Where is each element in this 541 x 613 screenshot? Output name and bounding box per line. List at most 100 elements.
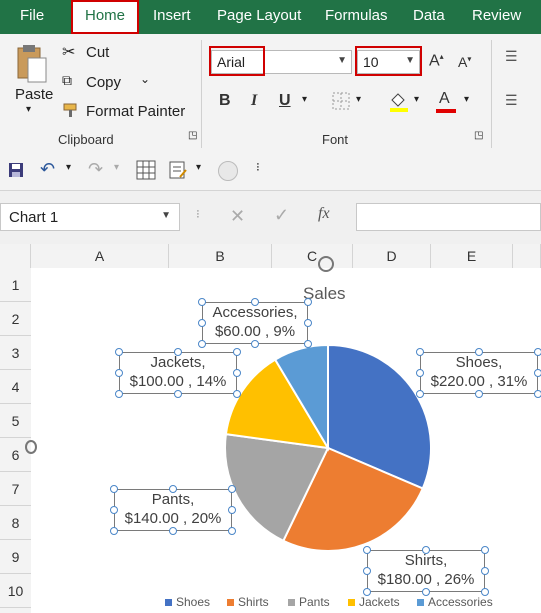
column-header-f[interactable] bbox=[513, 244, 541, 268]
label-selection-handle[interactable] bbox=[304, 298, 312, 306]
data-label-shoes[interactable]: Shoes, $220.00 , 31% bbox=[420, 352, 538, 394]
label-selection-handle[interactable] bbox=[228, 527, 236, 535]
align-top-icon[interactable]: ☰ bbox=[505, 48, 518, 65]
underline-dropdown-icon[interactable]: ▾ bbox=[302, 94, 307, 105]
table-icon[interactable] bbox=[136, 160, 156, 180]
clipboard-launcher-icon[interactable]: ◳ bbox=[188, 130, 197, 141]
row-header-1[interactable]: 1 bbox=[0, 268, 31, 302]
bold-button[interactable]: B bbox=[219, 92, 231, 110]
label-selection-handle[interactable] bbox=[115, 369, 123, 377]
label-selection-handle[interactable] bbox=[198, 340, 206, 348]
cut-button[interactable]: Cut bbox=[86, 44, 109, 61]
copy-button[interactable]: Copy bbox=[86, 74, 121, 91]
row-header-8[interactable]: 8 bbox=[0, 506, 31, 540]
row-header-3[interactable]: 3 bbox=[0, 336, 31, 370]
label-selection-handle[interactable] bbox=[110, 527, 118, 535]
form-dropdown-icon[interactable]: ▾ bbox=[196, 162, 201, 173]
label-selection-handle[interactable] bbox=[233, 348, 241, 356]
undo-icon[interactable]: ↶ bbox=[40, 159, 55, 180]
label-selection-handle[interactable] bbox=[534, 348, 541, 356]
paste-button[interactable] bbox=[12, 44, 52, 88]
tab-home[interactable]: Home bbox=[71, 0, 139, 34]
label-selection-handle[interactable] bbox=[115, 348, 123, 356]
legend-item-shirts[interactable]: Shirts bbox=[227, 595, 269, 609]
grow-font-button[interactable]: A▴ bbox=[429, 52, 444, 70]
data-label-jackets[interactable]: Jackets, $100.00 , 14% bbox=[119, 352, 237, 394]
label-selection-handle[interactable] bbox=[110, 485, 118, 493]
label-selection-handle[interactable] bbox=[534, 369, 541, 377]
shrink-font-button[interactable]: A▾ bbox=[458, 54, 471, 70]
redo-icon[interactable]: ↷ bbox=[88, 159, 103, 180]
cancel-icon[interactable]: ✕ bbox=[230, 206, 245, 227]
legend-item-jackets[interactable]: Jackets bbox=[348, 595, 400, 609]
tab-review[interactable]: Review bbox=[472, 0, 521, 34]
tab-page-layout[interactable]: Page Layout bbox=[217, 0, 301, 34]
paste-dropdown-icon[interactable]: ▾ bbox=[26, 104, 31, 115]
label-selection-handle[interactable] bbox=[198, 298, 206, 306]
label-selection-handle[interactable] bbox=[110, 506, 118, 514]
data-label-accessories[interactable]: Accessories, $60.00 , 9% bbox=[202, 302, 308, 344]
legend-item-pants[interactable]: Pants bbox=[288, 595, 330, 609]
label-selection-handle[interactable] bbox=[481, 588, 489, 596]
label-selection-handle[interactable] bbox=[422, 546, 430, 554]
fill-color-dropdown-icon[interactable]: ▾ bbox=[414, 94, 419, 105]
circle-icon[interactable] bbox=[218, 161, 238, 181]
font-color-button[interactable]: A bbox=[436, 90, 458, 114]
label-selection-handle[interactable] bbox=[228, 506, 236, 514]
label-selection-handle[interactable] bbox=[233, 390, 241, 398]
label-selection-handle[interactable] bbox=[115, 390, 123, 398]
customize-toolbar-icon[interactable]: ⁝ bbox=[256, 160, 260, 174]
label-selection-handle[interactable] bbox=[363, 588, 371, 596]
select-all-corner[interactable] bbox=[0, 244, 31, 268]
label-selection-handle[interactable] bbox=[534, 390, 541, 398]
tab-insert[interactable]: Insert bbox=[153, 0, 191, 34]
insert-function-icon[interactable]: fx bbox=[318, 205, 330, 223]
format-painter-button[interactable]: Format Painter bbox=[86, 103, 185, 120]
formula-input[interactable] bbox=[356, 203, 541, 231]
redo-dropdown-icon[interactable]: ▾ bbox=[114, 162, 119, 173]
label-selection-handle[interactable] bbox=[169, 527, 177, 535]
form-icon[interactable] bbox=[168, 160, 188, 180]
label-selection-handle[interactable] bbox=[416, 348, 424, 356]
label-selection-handle[interactable] bbox=[174, 348, 182, 356]
label-selection-handle[interactable] bbox=[251, 340, 259, 348]
label-selection-handle[interactable] bbox=[304, 319, 312, 327]
copy-dropdown-icon[interactable]: ⌄ bbox=[140, 72, 150, 86]
label-selection-handle[interactable] bbox=[228, 485, 236, 493]
align-left-icon[interactable]: ☰ bbox=[505, 92, 518, 109]
label-selection-handle[interactable] bbox=[304, 340, 312, 348]
legend-item-shoes[interactable]: Shoes bbox=[165, 595, 210, 609]
row-header-2[interactable]: 2 bbox=[0, 302, 31, 336]
label-selection-handle[interactable] bbox=[481, 567, 489, 575]
fill-color-icon[interactable] bbox=[388, 90, 410, 112]
column-header-e[interactable]: E bbox=[431, 244, 513, 268]
label-selection-handle[interactable] bbox=[363, 546, 371, 554]
tab-formulas[interactable]: Formulas bbox=[325, 0, 388, 34]
row-header-9[interactable]: 9 bbox=[0, 540, 31, 574]
label-selection-handle[interactable] bbox=[481, 546, 489, 554]
tab-file[interactable]: File bbox=[20, 0, 44, 34]
data-label-shirts[interactable]: Shirts, $180.00 , 26% bbox=[367, 550, 485, 592]
underline-button[interactable]: U bbox=[279, 92, 291, 110]
row-header-10[interactable]: 10 bbox=[0, 574, 31, 608]
name-box[interactable]: Chart 1 ▼ bbox=[0, 203, 180, 231]
font-color-dropdown-icon[interactable]: ▾ bbox=[464, 94, 469, 105]
label-selection-handle[interactable] bbox=[198, 319, 206, 327]
label-selection-handle[interactable] bbox=[416, 369, 424, 377]
borders-icon[interactable] bbox=[332, 92, 350, 110]
label-selection-handle[interactable] bbox=[416, 390, 424, 398]
label-selection-handle[interactable] bbox=[475, 390, 483, 398]
save-icon[interactable] bbox=[8, 162, 24, 178]
label-selection-handle[interactable] bbox=[251, 298, 259, 306]
undo-dropdown-icon[interactable]: ▾ bbox=[66, 162, 71, 173]
row-header-7[interactable]: 7 bbox=[0, 472, 31, 506]
column-header-b[interactable]: B bbox=[169, 244, 272, 268]
enter-icon[interactable]: ✓ bbox=[274, 205, 289, 226]
column-header-a[interactable]: A bbox=[31, 244, 169, 268]
label-selection-handle[interactable] bbox=[169, 485, 177, 493]
column-header-c[interactable]: C bbox=[272, 244, 353, 268]
label-selection-handle[interactable] bbox=[475, 348, 483, 356]
borders-dropdown-icon[interactable]: ▾ bbox=[356, 94, 361, 105]
row-header-4[interactable]: 4 bbox=[0, 370, 31, 404]
font-launcher-icon[interactable]: ◳ bbox=[474, 130, 483, 141]
